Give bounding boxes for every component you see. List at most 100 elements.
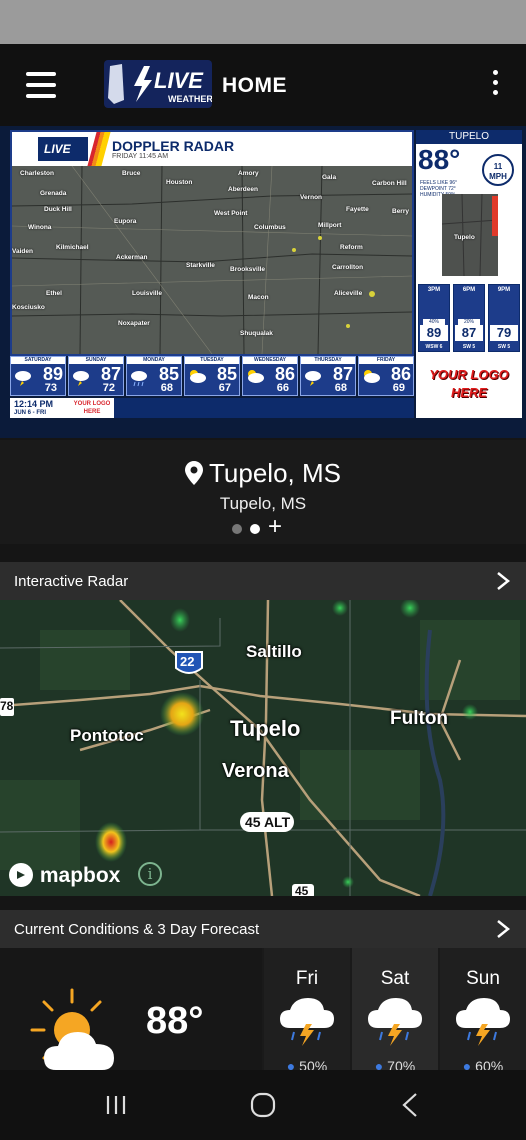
day-cell: MONDAY 85 68 xyxy=(126,356,182,396)
precip-chance: ● 60% xyxy=(440,1058,526,1070)
route-45-alt-label: 45 ALT xyxy=(245,814,291,830)
page-dot[interactable] xyxy=(232,524,242,534)
map-city: Columbus xyxy=(254,224,286,231)
map-city: Macon xyxy=(248,294,269,301)
interactive-radar-header[interactable]: Interactive Radar xyxy=(0,562,526,600)
live-weather-logo: LIVE WEATHER xyxy=(104,60,212,108)
route-45-label: 45 xyxy=(295,884,309,896)
map-city: Grenada xyxy=(40,190,67,197)
day-cell: WEDNESDAY 86 66 xyxy=(242,356,298,396)
menu-button[interactable] xyxy=(26,72,56,98)
mapbox-logo-icon xyxy=(9,863,33,887)
hour-cell: 6PM 20% 87 SW 5 xyxy=(453,284,485,352)
map-label-fulton: Fulton xyxy=(390,708,449,729)
svg-text:WEATHER: WEATHER xyxy=(168,94,212,104)
current-conditions-header[interactable]: Current Conditions & 3 Day Forecast xyxy=(0,910,526,948)
partly-cloudy-icon xyxy=(30,988,114,1070)
route-22-label: 22 xyxy=(180,654,195,669)
raindrop-icon: ● xyxy=(286,1058,296,1070)
thunderstorm-icon xyxy=(280,998,334,1046)
page-dot-active[interactable] xyxy=(250,524,260,534)
day-cell: FRIDAY 86 69 xyxy=(358,356,414,396)
location-selector[interactable]: Tupelo, MS Tupelo, MS + xyxy=(0,440,526,544)
location-primary: Tupelo, MS xyxy=(209,458,341,488)
map-city: Fayette xyxy=(346,206,369,213)
map-city: Kosciusko xyxy=(12,304,45,311)
map-city: Charleston xyxy=(20,170,54,177)
overflow-menu-button[interactable] xyxy=(490,70,500,100)
map-city: Reform xyxy=(340,244,363,251)
map-city: Vernon xyxy=(300,194,323,201)
menu-icon xyxy=(26,72,56,76)
map-label-verona: Verona xyxy=(222,760,289,782)
map-city: Aberdeen xyxy=(228,186,258,193)
current-conditions-card[interactable]: 88° Fri ● 50% Sat ● 70% Sun ● 60% xyxy=(0,948,526,1070)
map-city: Aliceville xyxy=(334,290,363,297)
section-title: Interactive Radar xyxy=(14,573,129,590)
route-78-label: 78 xyxy=(0,699,14,713)
back-button[interactable] xyxy=(390,1090,430,1120)
raindrop-icon: ● xyxy=(462,1058,472,1070)
mini-radar-map: Tupelo xyxy=(441,193,499,277)
chevron-right-icon xyxy=(497,920,510,938)
map-city: Duck Hill xyxy=(44,206,72,213)
info-icon[interactable]: i xyxy=(138,862,162,886)
storm-cloud-icon xyxy=(305,371,321,386)
panel-city: TUPELO xyxy=(416,130,522,144)
add-location-button[interactable]: + xyxy=(268,515,282,539)
your-logo-placeholder: YOUR LOGO HERE xyxy=(429,367,509,400)
map-city: Ackerman xyxy=(116,254,148,261)
broadcast-logo: LIVE xyxy=(38,137,88,161)
map-city: Brooksville xyxy=(230,266,266,273)
raindrop-icon: ● xyxy=(374,1058,384,1070)
thunderstorm-icon xyxy=(368,998,422,1046)
broadcast-footer: 12:14 PM JUN 6 - FRI YOUR LOGO HERE xyxy=(10,398,414,418)
map-city: Bruce xyxy=(122,170,141,177)
map-city: Ethel xyxy=(46,290,62,297)
panel-temperature: 88° xyxy=(418,144,461,175)
forecast-day: Sat ● 70% xyxy=(352,948,438,1070)
svg-text:LIVE: LIVE xyxy=(154,68,204,93)
home-button[interactable] xyxy=(243,1090,283,1120)
map-city: Houston xyxy=(166,179,193,186)
forecast-day: Fri ● 50% xyxy=(264,948,350,1070)
partly-cloudy-icon xyxy=(190,370,206,383)
system-navigation-bar xyxy=(0,1070,526,1140)
map-city: Louisville xyxy=(132,290,162,297)
map-city: Shuqualak xyxy=(240,330,273,337)
rain-cloud-icon xyxy=(131,371,147,387)
forecast-day-label: Sat xyxy=(380,968,410,989)
wind-badge: 11 MPH xyxy=(482,154,514,186)
svg-text:LIVE: LIVE xyxy=(44,142,72,156)
partly-cloudy-icon xyxy=(248,370,264,383)
weather-broadcast-image[interactable]: LIVE DOPPLER RADAR FRIDAY 11:45 AM Charl… xyxy=(0,126,526,438)
storm-cloud-icon xyxy=(73,371,89,386)
current-temperature: 88° xyxy=(146,1000,204,1042)
map-city: Berry xyxy=(392,208,409,215)
radar-subtitle: FRIDAY 11:45 AM xyxy=(112,153,169,160)
forecast-day: Sun ● 60% xyxy=(440,948,526,1070)
broadcast-time: 12:14 PM JUN 6 - FRI xyxy=(14,399,54,417)
map-label-saltillo: Saltillo xyxy=(246,642,302,661)
hour-cell: 9PM 79 SW 5 xyxy=(488,284,520,352)
map-city: Vaiden xyxy=(12,248,33,255)
status-bar xyxy=(0,0,526,44)
app-bar: LIVE WEATHER HOME xyxy=(0,44,526,126)
day-cell: TUESDAY 85 67 xyxy=(184,356,240,396)
seven-day-strip: SATURDAY 89 73 SUNDAY 87 72 MONDAY 85 68 TUESD… xyxy=(10,356,414,396)
thunderstorm-icon xyxy=(456,998,510,1046)
map-city: Kilmichael xyxy=(56,244,89,251)
map-city: Noxapater xyxy=(118,320,150,327)
interactive-radar-map[interactable]: Saltillo Pontotoc Tupelo Fulton Verona 2… xyxy=(0,600,526,896)
map-city: West Point xyxy=(214,210,248,217)
mapbox-attribution[interactable]: mapbox xyxy=(8,862,120,888)
precip-chance: ● 50% xyxy=(264,1058,350,1070)
forecast-day-label: Sun xyxy=(466,968,500,989)
forecast-day-label: Fri xyxy=(295,968,319,989)
map-label-pontotoc: Pontotoc xyxy=(70,726,144,745)
map-city: Starkville xyxy=(186,262,215,269)
your-logo-small: YOUR LOGO HERE xyxy=(73,401,111,415)
hourly-forecast: 3PM 40% 89 WSW 6 6PM 20% 87 SW 5 9PM 79 … xyxy=(416,284,522,360)
location-pin-icon xyxy=(185,461,203,485)
recent-apps-button[interactable] xyxy=(96,1090,136,1120)
